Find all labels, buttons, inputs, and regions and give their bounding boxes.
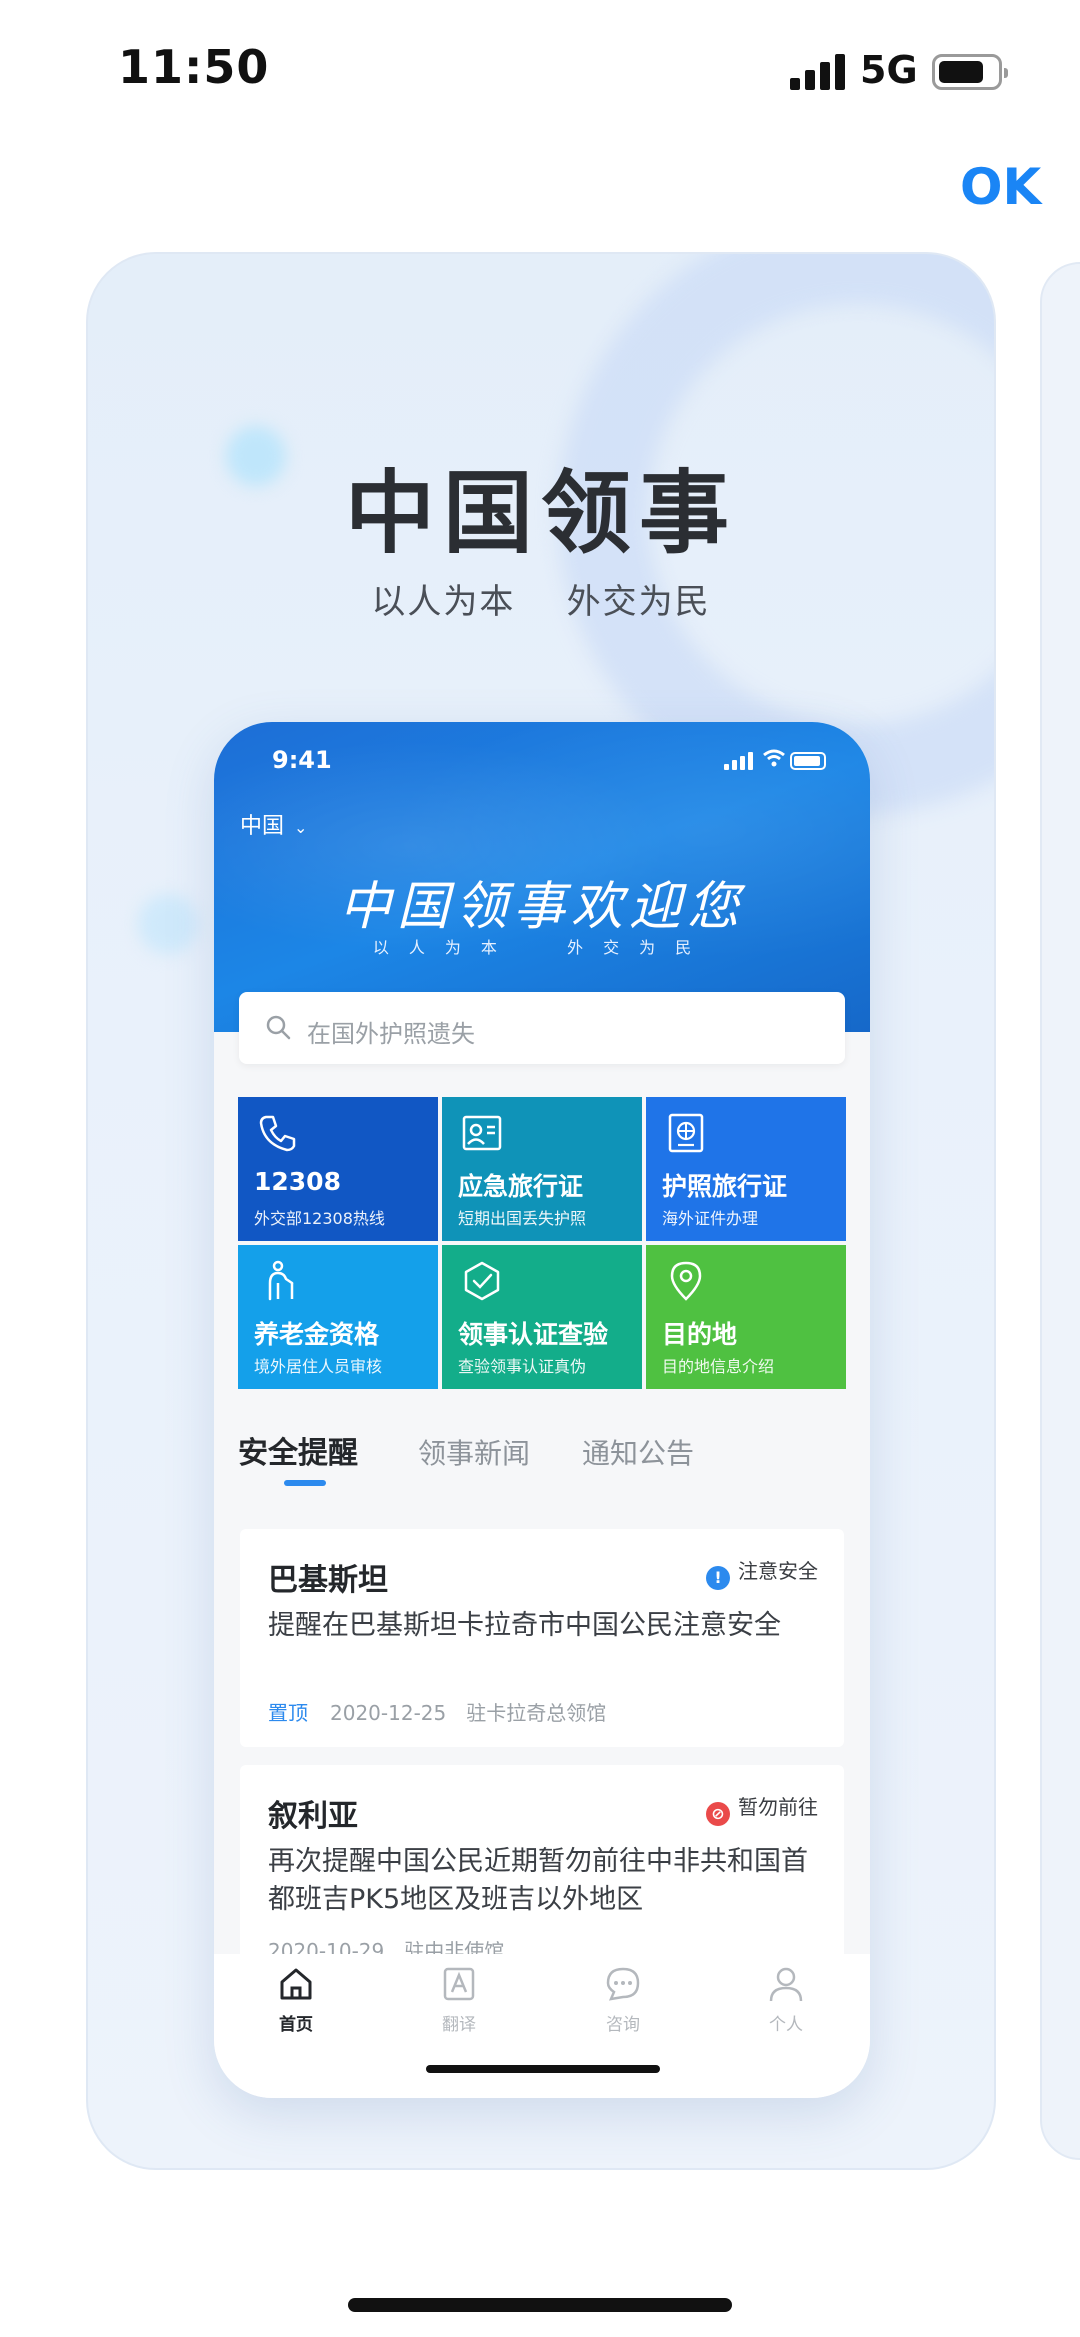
tab-consular-news[interactable]: 领事新闻 xyxy=(418,1432,530,1472)
tabbar-profile[interactable]: 个人 xyxy=(741,1964,831,2035)
ok-button[interactable]: OK xyxy=(960,158,1041,216)
news-body: 再次提醒中国公民近期暂勿前往中非共和国首都班吉PK5地区及班吉以外地区 xyxy=(268,1846,808,1915)
news-meta: 置顶 2020-12-25 驻卡拉奇总领馆 xyxy=(268,1697,606,1726)
banner-subtitle: 以人为本 外交为民 xyxy=(372,938,712,957)
tile-pension-qualification[interactable]: 养老金资格 境外居住人员审核 xyxy=(238,1245,438,1389)
chevron-down-icon: ⌄ xyxy=(294,818,308,837)
news-card[interactable]: 叙利亚 ⊘ 暂勿前往 再次提醒中国公民近期暂勿前往中非共和国首都班吉PK5地区及班… xyxy=(240,1765,844,1985)
banner-title: 中国领事欢迎您 xyxy=(338,877,745,937)
tile-desc: 查验领事认证真伪 xyxy=(458,1357,587,1376)
cellular-signal-icon xyxy=(790,54,846,90)
passport-icon xyxy=(668,1113,704,1153)
region-label: 中国 xyxy=(240,814,285,839)
badge-label: 注意安全 xyxy=(738,1559,818,1583)
card-title: 中国领事 xyxy=(345,461,737,566)
app-store-screenshot-preview: 11:50 5G OK 中国领事 以人为本 外交为民 9:41 中国 ⌄ 中国领… xyxy=(0,0,1080,2337)
decorative-dot xyxy=(138,894,198,954)
active-tab-indicator xyxy=(284,1480,326,1486)
tile-desc: 外交部12308热线 xyxy=(254,1209,385,1228)
region-selector[interactable]: 中国 ⌄ xyxy=(240,808,307,840)
tile-name: 领事认证查验 xyxy=(458,1320,609,1349)
phone-status-icons xyxy=(724,748,844,773)
chat-icon xyxy=(606,1967,640,2001)
phone-icon xyxy=(259,1115,296,1152)
tab-announcements[interactable]: 通知公告 xyxy=(582,1432,694,1472)
tabbar-label: 首页 xyxy=(279,2015,313,2035)
home-indicator[interactable] xyxy=(348,2298,732,2312)
tabbar-translate[interactable]: 翻译 xyxy=(414,1964,504,2035)
news-place: 叙利亚 xyxy=(268,1799,358,1834)
news-body: 提醒在巴基斯坦卡拉奇市中国公民注意安全 xyxy=(268,1610,781,1641)
translate-icon xyxy=(443,1967,475,2001)
tabbar-consult[interactable]: 咨询 xyxy=(578,1964,668,2035)
screenshot-card: 中国领事 以人为本 外交为民 9:41 中国 ⌄ 中国领事欢迎您 以人为本 外交… xyxy=(86,252,996,2170)
search-icon xyxy=(266,1015,291,1040)
location-pin-icon xyxy=(670,1261,702,1301)
tile-name: 目的地 xyxy=(662,1320,738,1349)
pinned-tag: 置顶 xyxy=(268,1701,308,1725)
news-date: 2020-12-25 xyxy=(330,1701,447,1725)
tile-12308-hotline[interactable]: 12308 外交部12308热线 xyxy=(238,1097,438,1241)
phone-battery-icon xyxy=(790,752,826,770)
person-icon xyxy=(769,1967,803,2002)
bottom-tab-bar: 首页 翻译 咨询 个人 xyxy=(214,1954,870,2098)
status-badge: ⊘ 暂勿前往 xyxy=(706,1791,818,1826)
battery-icon xyxy=(932,54,1008,90)
tile-desc: 目的地信息介绍 xyxy=(662,1357,775,1376)
phone-mockup: 9:41 中国 ⌄ 中国领事欢迎您 以人为本 外交为民 在国外护照遗失 1230… xyxy=(214,722,870,2098)
tab-safety-alerts[interactable]: 安全提醒 xyxy=(238,1428,358,1472)
news-source: 驻卡拉奇总领馆 xyxy=(466,1701,607,1725)
tile-passport[interactable]: 护照旅行证 海外证件办理 xyxy=(646,1097,846,1241)
tabbar-label: 个人 xyxy=(769,2015,803,2035)
phone-status-time: 9:41 xyxy=(272,746,332,774)
shield-check-icon xyxy=(464,1261,500,1301)
badge-label: 暂勿前往 xyxy=(738,1795,818,1819)
card-subtitle: 以人为本 外交为民 xyxy=(371,582,711,622)
network-type: 5G xyxy=(860,48,918,92)
phone-wifi-icon xyxy=(762,748,786,773)
tabbar-home[interactable]: 首页 xyxy=(251,1964,341,2035)
news-place: 巴基斯坦 xyxy=(268,1563,388,1598)
search-input[interactable]: 在国外护照遗失 xyxy=(239,992,845,1064)
alert-info-icon: ! xyxy=(706,1566,730,1590)
tile-desc: 海外证件办理 xyxy=(662,1209,759,1228)
service-grid: 12308 外交部12308热线 应急旅行证 短期出国丢失护照 护照旅行证 海外… xyxy=(238,1097,846,1389)
tile-destination[interactable]: 目的地 目的地信息介绍 xyxy=(646,1245,846,1389)
home-icon xyxy=(280,1968,312,2000)
elderly-icon xyxy=(268,1260,294,1301)
status-time: 11:50 xyxy=(118,40,270,94)
next-screenshot-card[interactable] xyxy=(1040,262,1080,2160)
tile-consular-authentication[interactable]: 领事认证查验 查验领事认证真伪 xyxy=(442,1245,642,1389)
phone-header: 9:41 中国 ⌄ 中国领事欢迎您 以人为本 外交为民 xyxy=(214,722,870,1032)
tile-name: 护照旅行证 xyxy=(662,1172,788,1201)
tile-desc: 短期出国丢失护照 xyxy=(458,1209,587,1228)
tile-desc: 境外居住人员审核 xyxy=(254,1357,383,1376)
id-card-icon xyxy=(462,1115,502,1151)
status-bar: 11:50 5G xyxy=(0,0,1080,140)
tabbar-label: 咨询 xyxy=(606,2015,640,2035)
tabbar-label: 翻译 xyxy=(442,2015,476,2035)
no-entry-icon: ⊘ xyxy=(706,1802,730,1826)
tile-name: 养老金资格 xyxy=(254,1320,380,1349)
news-card[interactable]: 巴基斯坦 ! 注意安全 提醒在巴基斯坦卡拉奇市中国公民注意安全 置顶 2020-12… xyxy=(240,1529,844,1747)
tile-name: 应急旅行证 xyxy=(458,1172,584,1201)
phone-home-indicator xyxy=(426,2065,660,2073)
news-tabs: 安全提醒 领事新闻 通知公告 xyxy=(238,1428,838,1488)
search-placeholder: 在国外护照遗失 xyxy=(307,1020,475,1048)
tile-emergency-travel-doc[interactable]: 应急旅行证 短期出国丢失护照 xyxy=(442,1097,642,1241)
status-badge: ! 注意安全 xyxy=(706,1555,818,1590)
tile-name: 12308 xyxy=(254,1167,341,1196)
